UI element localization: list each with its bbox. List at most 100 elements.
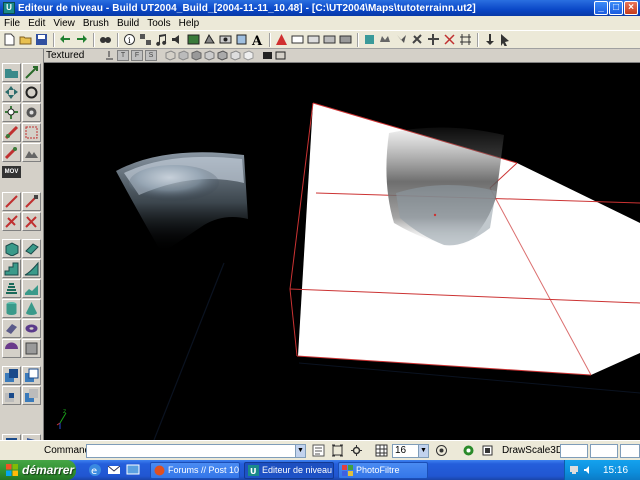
drag-grid-icon[interactable] (462, 444, 475, 458)
menu-brush[interactable]: Brush (79, 18, 113, 29)
clock[interactable]: 15:16 (603, 465, 628, 476)
cylinder-icon[interactable] (2, 299, 21, 318)
quicklaunch-desktop-icon[interactable] (126, 463, 140, 477)
scale-icon[interactable] (2, 83, 21, 102)
line-icon[interactable] (2, 192, 21, 211)
build-all-icon[interactable] (338, 33, 352, 47)
scene-render[interactable]: z (44, 63, 640, 440)
terrain-mesh-left[interactable] (116, 152, 248, 253)
command-history-icon[interactable] (312, 444, 325, 458)
scissors-icon[interactable] (22, 212, 41, 231)
sphere-icon[interactable] (2, 339, 21, 358)
font-icon[interactable]: A (250, 33, 264, 47)
terrain-edit-icon[interactable] (2, 123, 21, 142)
knife-icon[interactable] (2, 212, 21, 231)
build-geometry-icon[interactable] (290, 33, 304, 47)
network-icon[interactable] (569, 465, 579, 475)
snap-vertex-icon[interactable] (350, 444, 363, 458)
add-brush-icon[interactable] (22, 339, 41, 358)
camera-move-icon[interactable] (2, 63, 21, 82)
grid-icon[interactable] (375, 444, 388, 458)
terrain-icon[interactable] (274, 33, 288, 47)
tool-icon[interactable] (410, 33, 424, 47)
drawscale-y-field[interactable] (589, 443, 618, 458)
texture-pan-icon[interactable] (22, 123, 41, 142)
group-icon[interactable] (138, 33, 152, 47)
maximize-viewport-icon[interactable] (331, 444, 344, 458)
volume-icon[interactable] (583, 465, 593, 475)
viewport-mode-label[interactable]: Textured (44, 50, 104, 61)
realtime-preview-icon[interactable] (262, 50, 273, 61)
view-wire-icon[interactable] (165, 50, 176, 61)
viewport-options-icon[interactable] (104, 50, 115, 61)
menu-edit[interactable]: Edit (24, 18, 49, 29)
csg-subtract-icon[interactable] (22, 366, 41, 385)
menu-tools[interactable]: Tools (143, 18, 174, 29)
cube-brush-icon[interactable] (2, 239, 21, 258)
cone-icon[interactable] (22, 299, 41, 318)
tool2-icon[interactable] (426, 33, 440, 47)
cube-brush[interactable] (289, 102, 640, 376)
camera-icon[interactable] (378, 33, 392, 47)
command-input[interactable]: ▼ (86, 443, 306, 458)
csg-deintersect-icon[interactable] (22, 386, 41, 405)
task-forums[interactable]: Forums // Post 101... (150, 461, 240, 479)
view-texture-icon[interactable] (191, 50, 202, 61)
task-photofiltre[interactable]: PhotoFiltre (338, 461, 428, 479)
rotation-grid-icon[interactable] (435, 444, 448, 458)
texture-browser-icon[interactable] (186, 33, 200, 47)
volumetric-icon[interactable] (2, 319, 21, 338)
terrain-brush-icon[interactable] (22, 279, 41, 298)
sound-icon[interactable] (170, 33, 184, 47)
view-side-button[interactable]: S (145, 50, 157, 61)
close-button[interactable]: × (624, 1, 638, 15)
mesh-icon[interactable] (202, 33, 216, 47)
mover-label[interactable]: MOV (2, 166, 21, 178)
grid-size-select[interactable]: 16 ▼ (391, 443, 429, 458)
camera-lock-icon[interactable] (275, 50, 286, 61)
prefab-icon[interactable] (234, 33, 248, 47)
quicklaunch-mail-icon[interactable] (107, 463, 121, 477)
face-drag-icon[interactable] (22, 103, 41, 122)
menu-view[interactable]: View (49, 18, 79, 29)
save-icon[interactable] (34, 33, 48, 47)
tool5-icon[interactable] (482, 33, 496, 47)
matinee-icon[interactable] (22, 143, 41, 162)
play-level-icon[interactable] (362, 33, 376, 47)
animation-icon[interactable] (218, 33, 232, 47)
stairs-icon[interactable] (2, 259, 21, 278)
paint-icon[interactable] (2, 143, 21, 162)
menu-build[interactable]: Build (113, 18, 143, 29)
music-icon[interactable] (154, 33, 168, 47)
viewport-3d[interactable]: Textured T F S z (44, 49, 640, 440)
view-front-button[interactable]: F (131, 50, 143, 61)
command-dropdown-arrow[interactable]: ▼ (294, 444, 305, 457)
csg-add-icon[interactable] (2, 366, 21, 385)
vertex-edit-icon[interactable] (22, 63, 41, 82)
tool4-icon[interactable] (458, 33, 472, 47)
redo-icon[interactable] (74, 33, 88, 47)
grid-dropdown-arrow[interactable]: ▼ (417, 444, 428, 457)
view-zone-icon[interactable] (178, 50, 189, 61)
start-button[interactable]: démarrer (0, 460, 76, 480)
brush-clip-icon[interactable] (2, 103, 21, 122)
maximize-button[interactable]: □ (609, 1, 623, 15)
view-lighting-icon[interactable] (204, 50, 215, 61)
rotate-icon[interactable] (22, 83, 41, 102)
minimize-button[interactable]: _ (594, 1, 608, 15)
drawscale-z-field[interactable] (619, 443, 640, 458)
menu-help[interactable]: Help (175, 18, 204, 29)
build-paths-icon[interactable] (322, 33, 336, 47)
torus-icon[interactable] (22, 319, 41, 338)
sheet-brush-icon[interactable] (22, 239, 41, 258)
eyedropper-icon[interactable] (22, 192, 41, 211)
search-icon[interactable] (98, 33, 112, 47)
view-top-button[interactable]: T (117, 50, 129, 61)
task-level-editor[interactable]: U Editeur de niveau - B... (244, 461, 334, 479)
csg-intersect-icon[interactable] (2, 386, 21, 405)
undo-icon[interactable] (58, 33, 72, 47)
scale-grid-icon[interactable] (481, 444, 494, 458)
curved-stairs-icon[interactable] (22, 259, 41, 278)
drawscale-x-field[interactable] (559, 443, 588, 458)
cursor-icon[interactable] (498, 33, 512, 47)
